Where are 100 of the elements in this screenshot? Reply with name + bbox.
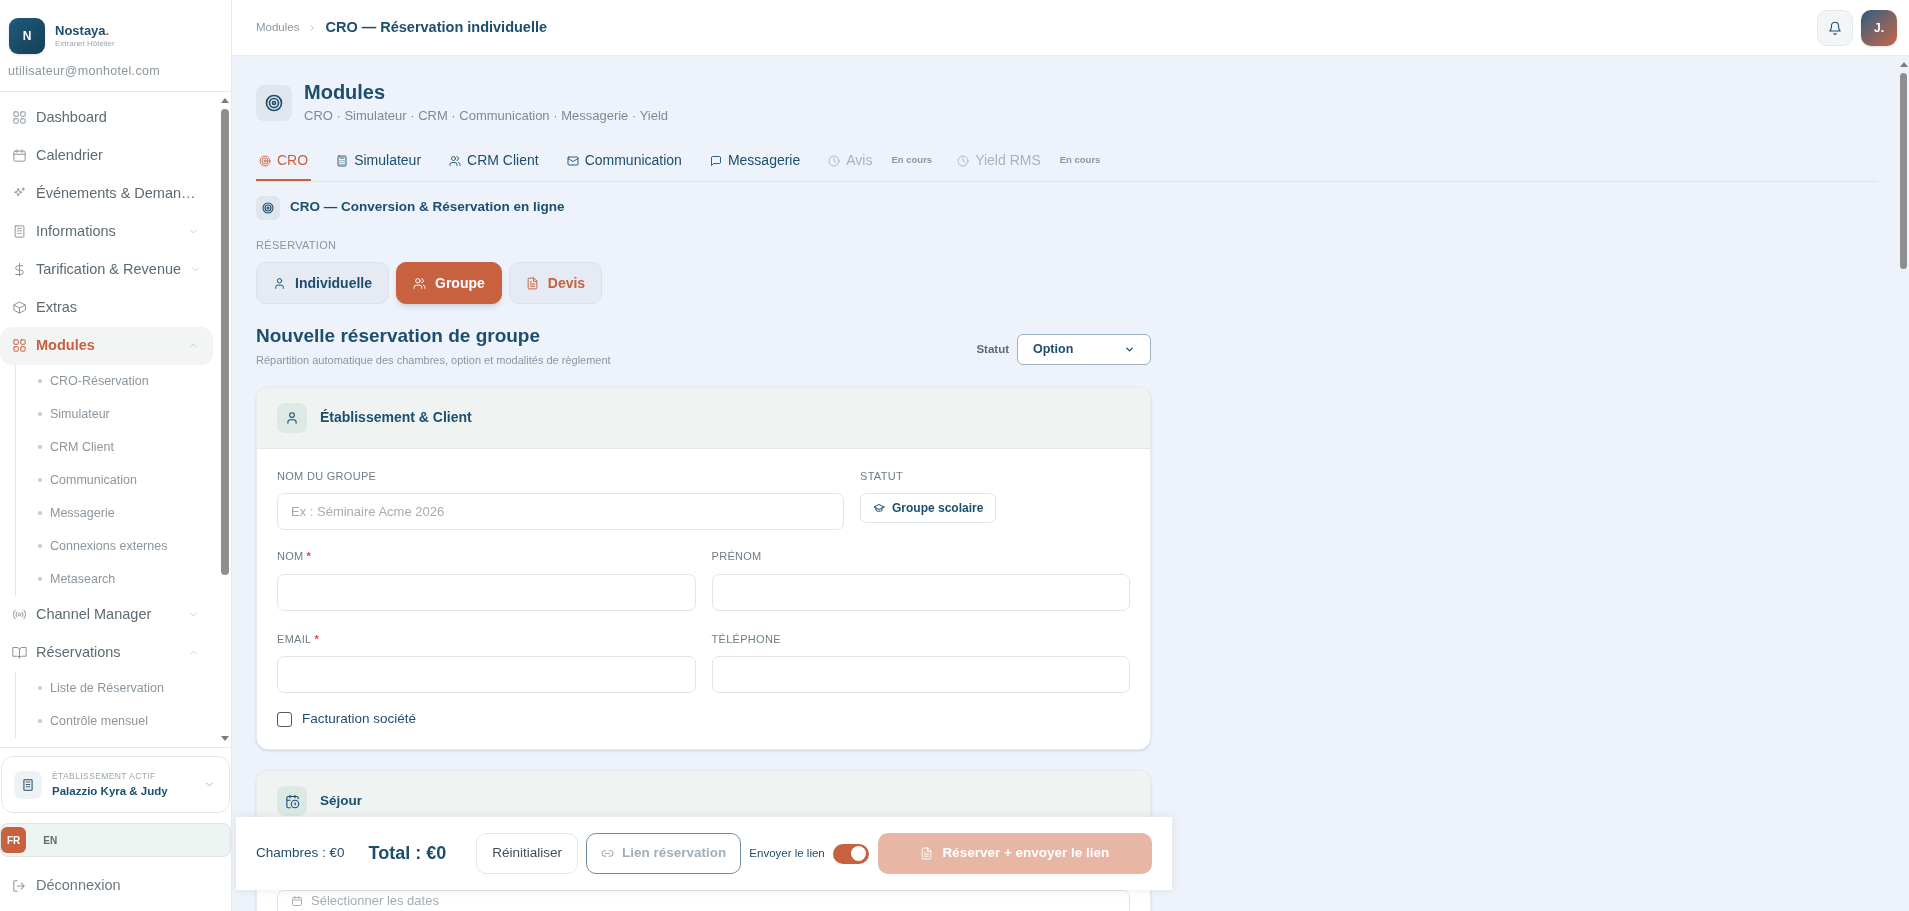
form-subtitle: Répartition automatique des chambres, option et modalités de règlement	[256, 353, 612, 368]
tab-label: Avis	[825, 142, 876, 181]
tab[interactable]: Simulateur	[333, 142, 425, 181]
tab-icon	[449, 154, 462, 167]
menu-icon	[12, 224, 27, 240]
submenu-item[interactable]: Contrôle mensuel	[50, 711, 148, 731]
breadcrumb-link[interactable]: Modules	[256, 18, 300, 37]
toggle-label: Envoyer le lien	[749, 845, 825, 861]
menu-icon	[12, 148, 27, 164]
menu-icon	[12, 338, 27, 354]
submenu-item[interactable]: Metasearch	[50, 569, 116, 589]
sidebar-item[interactable]: Modules	[0, 326, 213, 365]
document-icon	[525, 276, 539, 290]
user-email: utilisateur@monhotel.com	[8, 63, 161, 80]
tab-icon	[336, 154, 349, 167]
field-label: PRÉNOM	[711, 549, 763, 564]
user-avatar[interactable]: J.	[1861, 9, 1897, 46]
form-title: Nouvelle réservation de groupe	[256, 324, 542, 348]
breadcrumb-current: CRO — Réservation individuelle	[325, 17, 548, 37]
tab[interactable]: Communication	[563, 142, 685, 181]
submenu-item[interactable]: Messagerie	[50, 503, 115, 523]
tab-label: Yield RMS	[954, 142, 1044, 181]
submenu-item[interactable]: CRO-Réservation	[50, 371, 149, 391]
tab[interactable]: CRO	[256, 142, 312, 181]
reset-button[interactable]: Réinitialiser	[476, 833, 578, 874]
users-icon	[413, 276, 426, 290]
sidebar-item[interactable]: Événements & Deman…	[0, 174, 213, 213]
field-label: NOM DU GROUPE	[277, 468, 378, 484]
sidebar-item[interactable]: Réservations	[0, 633, 213, 672]
tab-icon	[709, 154, 722, 167]
language-switch[interactable]: FR EN	[0, 823, 231, 858]
sidebar-item[interactable]: Tarification & Revenue	[0, 250, 213, 289]
field-label: TÉLÉPHONE	[711, 631, 782, 647]
menu-icon	[12, 110, 27, 126]
checkbox[interactable]	[277, 711, 292, 727]
tab[interactable]: CRM Client	[446, 142, 542, 181]
graduation-cap-icon	[873, 502, 885, 514]
establishment-selector[interactable]: ÉTABLISSEMENT ACTIF Palazzio Kyra & Judy	[1, 756, 230, 814]
submenu-item[interactable]: CRM Client	[50, 437, 114, 457]
establishment-label: ÉTABLISSEMENT ACTIF	[52, 770, 157, 782]
sidebar-item[interactable]: Dashboard	[0, 98, 213, 137]
tab-icon	[828, 154, 841, 167]
card-title: Établissement & Client	[320, 408, 472, 427]
logout-icon	[12, 879, 26, 894]
menu-icon	[12, 262, 27, 278]
logout-link[interactable]: Déconnexion	[0, 875, 231, 897]
field-label: NOM	[277, 549, 304, 564]
brand-name: Nostaya.	[55, 22, 111, 40]
submenu-item[interactable]: Communication	[50, 470, 137, 490]
tab-icon	[259, 154, 271, 167]
chevron-icon	[1124, 344, 1135, 355]
status-label: Statut	[976, 341, 1009, 357]
language-option[interactable]: EN	[37, 827, 64, 854]
sidebar-item[interactable]: Calendrier	[0, 136, 213, 175]
group-name-field[interactable]: Ex : Séminaire Acme 2026	[277, 493, 844, 530]
status-text: En cours	[891, 153, 933, 168]
submenu-item[interactable]: Liste de Réservation	[50, 678, 164, 698]
building-icon	[21, 777, 35, 792]
user-icon	[273, 276, 286, 290]
sidebar-item[interactable]: Extras	[0, 288, 213, 327]
sidebar-item[interactable]: Informations	[0, 212, 213, 251]
bell-icon	[1828, 20, 1842, 35]
user-icon	[285, 410, 299, 425]
page-subtitle: CRO · Simulateur · CRM · Communication · Messagerie · Yield	[304, 107, 669, 125]
checkbox-label: Facturation société	[302, 710, 417, 728]
rooms-total: Chambres : €0	[256, 844, 345, 863]
booking-type-button[interactable]: Individuelle	[256, 262, 389, 304]
section-title: CRO — Conversion & Réservation en ligne	[290, 198, 565, 217]
tab[interactable]: Messagerie	[706, 142, 804, 181]
menu-icon	[12, 645, 27, 661]
brand-logo: N	[9, 18, 45, 54]
document-icon	[920, 847, 934, 860]
notifications-button[interactable]	[1817, 9, 1853, 46]
link-icon	[601, 847, 614, 860]
send-link-toggle[interactable]	[832, 843, 869, 864]
calendar-clock-icon	[284, 793, 300, 809]
submenu-item[interactable]: Connexions externes	[50, 536, 168, 556]
page-title: Modules	[304, 80, 387, 104]
tab-icon	[957, 154, 970, 167]
status-chip[interactable]: Groupe scolaire	[860, 493, 997, 523]
establishment-name: Palazzio Kyra & Judy	[52, 784, 169, 799]
booking-type-button[interactable]: Devis	[508, 262, 603, 304]
required-mark: *	[314, 631, 319, 647]
input-field[interactable]	[711, 573, 1130, 611]
card-title: Séjour	[320, 792, 362, 811]
calendar-icon	[291, 895, 303, 908]
input-field[interactable]	[711, 656, 1130, 693]
target-icon	[265, 93, 283, 112]
grand-total: Total : €0	[368, 842, 447, 865]
status-select[interactable]: Option	[1017, 334, 1151, 365]
sidebar-item[interactable]: Channel Manager	[0, 595, 213, 634]
booking-type-button[interactable]: Groupe	[396, 262, 502, 304]
status-text: En cours	[1059, 153, 1101, 168]
brand-subtitle: Extranet Hôtelier	[55, 39, 115, 50]
input-field[interactable]	[277, 573, 696, 611]
language-option[interactable]: FR	[1, 827, 27, 854]
field-label: EMAIL	[277, 631, 312, 647]
submenu-item[interactable]: Simulateur	[50, 404, 110, 424]
input-field[interactable]	[277, 656, 696, 693]
target-icon	[262, 201, 274, 214]
